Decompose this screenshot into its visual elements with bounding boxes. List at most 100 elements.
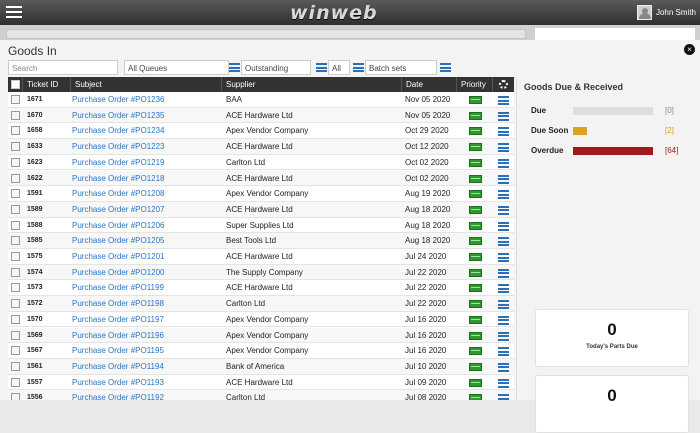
- subject-link[interactable]: Purchase Order #PO1207: [72, 202, 165, 217]
- summary-tile[interactable]: 0 Today's Parts Due: [535, 309, 689, 367]
- table-row[interactable]: 1658 Purchase Order #PO1234 Apex Vendor Co…: [8, 123, 514, 140]
- row-menu-icon[interactable]: [498, 221, 509, 231]
- subject-link[interactable]: Purchase Order #PO1198: [72, 296, 164, 311]
- row-menu-icon[interactable]: [498, 158, 509, 168]
- queue-select[interactable]: All Queues: [124, 60, 229, 75]
- subject-link[interactable]: Purchase Order #PO1208: [72, 186, 165, 201]
- table-row[interactable]: 1561 Purchase Order #PO1194 Bank of Americ…: [8, 358, 514, 375]
- row-checkbox[interactable]: [11, 314, 20, 324]
- stat-due[interactable]: Due [0]: [531, 105, 700, 117]
- row-menu-icon[interactable]: [498, 205, 509, 215]
- status-menu-icon[interactable]: [316, 63, 327, 72]
- row-menu-icon[interactable]: [498, 190, 509, 200]
- subject-link[interactable]: Purchase Order #PO1194: [72, 359, 164, 374]
- row-checkbox[interactable]: [11, 346, 20, 356]
- subject-link[interactable]: Purchase Order #PO1192: [72, 390, 164, 400]
- col-subject[interactable]: Subject: [71, 77, 222, 92]
- table-row[interactable]: 1556 Purchase Order #PO1192 Carlton Ltd Jul…: [8, 390, 514, 400]
- row-menu-icon[interactable]: [498, 362, 509, 372]
- row-menu-icon[interactable]: [498, 315, 509, 325]
- table-row[interactable]: 1633 Purchase Order #PO1223 ACE Hardware L…: [8, 139, 514, 155]
- row-menu-icon[interactable]: [498, 96, 509, 105]
- scope-select[interactable]: All: [328, 60, 350, 75]
- table-row[interactable]: 1567 Purchase Order #PO1195 Apex Vendor Co…: [8, 343, 514, 359]
- table-row[interactable]: 1574 Purchase Order #PO1200 The Supply Com…: [8, 264, 514, 281]
- table-row[interactable]: 1573 Purchase Order #PO1199 ACE Hardware L…: [8, 280, 514, 297]
- select-all-checkbox[interactable]: [11, 80, 20, 89]
- row-checkbox[interactable]: [11, 236, 20, 246]
- row-checkbox[interactable]: [11, 299, 20, 309]
- table-row[interactable]: 1591 Purchase Order #PO1208 Apex Vendor Co…: [8, 186, 514, 202]
- row-menu-icon[interactable]: [498, 284, 509, 294]
- subject-link[interactable]: Purchase Order #PO1205: [72, 233, 165, 248]
- row-menu-icon[interactable]: [498, 347, 509, 357]
- col-date[interactable]: Date: [402, 77, 457, 92]
- subject-link[interactable]: Purchase Order #PO1223: [72, 139, 165, 154]
- subject-link[interactable]: Purchase Order #PO1200: [72, 265, 165, 280]
- row-checkbox[interactable]: [11, 377, 20, 387]
- close-icon[interactable]: ×: [684, 44, 695, 55]
- table-row[interactable]: 1670 Purchase Order #PO1235 ACE Hardware L…: [8, 107, 514, 124]
- subject-link[interactable]: Purchase Order #PO1195: [72, 343, 164, 358]
- subject-link[interactable]: Purchase Order #PO1199: [72, 280, 164, 295]
- row-menu-icon[interactable]: [498, 237, 509, 247]
- table-row[interactable]: 1585 Purchase Order #PO1205 Best Tools Ltd…: [8, 233, 514, 249]
- subject-link[interactable]: Purchase Order #PO1218: [72, 171, 165, 186]
- row-menu-icon[interactable]: [498, 143, 509, 153]
- col-supplier[interactable]: Supplier: [222, 77, 402, 92]
- batch-select[interactable]: Batch sets: [365, 60, 437, 75]
- row-checkbox[interactable]: [11, 126, 20, 136]
- table-row[interactable]: 1569 Purchase Order #PO1196 Apex Vendor Co…: [8, 327, 514, 344]
- col-ticket-id[interactable]: Ticket ID: [23, 77, 71, 92]
- row-checkbox[interactable]: [11, 142, 20, 152]
- row-menu-icon[interactable]: [498, 268, 509, 278]
- app-logo[interactable]: winweb: [290, 2, 378, 24]
- row-checkbox[interactable]: [11, 189, 20, 199]
- subject-link[interactable]: Purchase Order #PO1196: [72, 328, 164, 343]
- summary-tile[interactable]: 0: [535, 375, 689, 433]
- row-checkbox[interactable]: [11, 204, 20, 214]
- row-checkbox[interactable]: [11, 283, 20, 293]
- batch-menu-icon[interactable]: [440, 63, 451, 72]
- subject-link[interactable]: Purchase Order #PO1235: [72, 108, 165, 123]
- stat-overdue[interactable]: Overdue [64]: [531, 145, 700, 157]
- table-row[interactable]: 1572 Purchase Order #PO1198 Carlton Ltd Jul…: [8, 296, 514, 312]
- table-row[interactable]: 1671 Purchase Order #PO1236 BAA Nov 05 2020: [8, 92, 514, 108]
- row-checkbox[interactable]: [11, 95, 20, 104]
- row-checkbox[interactable]: [11, 110, 20, 120]
- scope-menu-icon[interactable]: [353, 63, 364, 72]
- table-row[interactable]: 1570 Purchase Order #PO1197 Apex Vendor Co…: [8, 312, 514, 328]
- user-menu[interactable]: John Smith: [636, 4, 696, 21]
- row-menu-icon[interactable]: [498, 394, 509, 400]
- row-menu-icon[interactable]: [498, 300, 509, 310]
- subject-link[interactable]: Purchase Order #PO1219: [72, 155, 165, 170]
- table-row[interactable]: 1557 Purchase Order #PO1193 ACE Hardware L…: [8, 375, 514, 391]
- row-checkbox[interactable]: [11, 361, 20, 371]
- stat-due-soon[interactable]: Due Soon [2]: [531, 125, 700, 137]
- col-priority[interactable]: Priority: [457, 77, 493, 92]
- row-menu-icon[interactable]: [498, 111, 509, 121]
- subject-link[interactable]: Purchase Order #PO1201: [72, 249, 165, 264]
- subject-link[interactable]: Purchase Order #PO1206: [72, 218, 165, 233]
- subject-link[interactable]: Purchase Order #PO1197: [72, 312, 164, 327]
- table-row[interactable]: 1575 Purchase Order #PO1201 ACE Hardware L…: [8, 249, 514, 265]
- subject-link[interactable]: Purchase Order #PO1236: [72, 92, 165, 107]
- status-select[interactable]: Outstanding: [241, 60, 311, 75]
- row-checkbox[interactable]: [11, 220, 20, 230]
- row-menu-icon[interactable]: [498, 127, 509, 137]
- table-row[interactable]: 1623 Purchase Order #PO1219 Carlton Ltd Oct…: [8, 155, 514, 171]
- row-menu-icon[interactable]: [498, 174, 509, 184]
- row-checkbox[interactable]: [11, 267, 20, 277]
- row-menu-icon[interactable]: [498, 331, 509, 341]
- subject-link[interactable]: Purchase Order #PO1193: [72, 375, 164, 390]
- table-row[interactable]: 1588 Purchase Order #PO1206 Super Supplies…: [8, 218, 514, 234]
- table-row[interactable]: 1589 Purchase Order #PO1207 ACE Hardware L…: [8, 201, 514, 218]
- row-checkbox[interactable]: [11, 393, 20, 400]
- search-input[interactable]: Search: [8, 60, 118, 75]
- table-row[interactable]: 1622 Purchase Order #PO1218 ACE Hardware L…: [8, 170, 514, 187]
- row-checkbox[interactable]: [11, 252, 20, 261]
- row-checkbox[interactable]: [11, 157, 20, 167]
- gear-icon[interactable]: [499, 80, 508, 89]
- subject-link[interactable]: Purchase Order #PO1234: [72, 123, 165, 138]
- row-checkbox[interactable]: [11, 173, 20, 183]
